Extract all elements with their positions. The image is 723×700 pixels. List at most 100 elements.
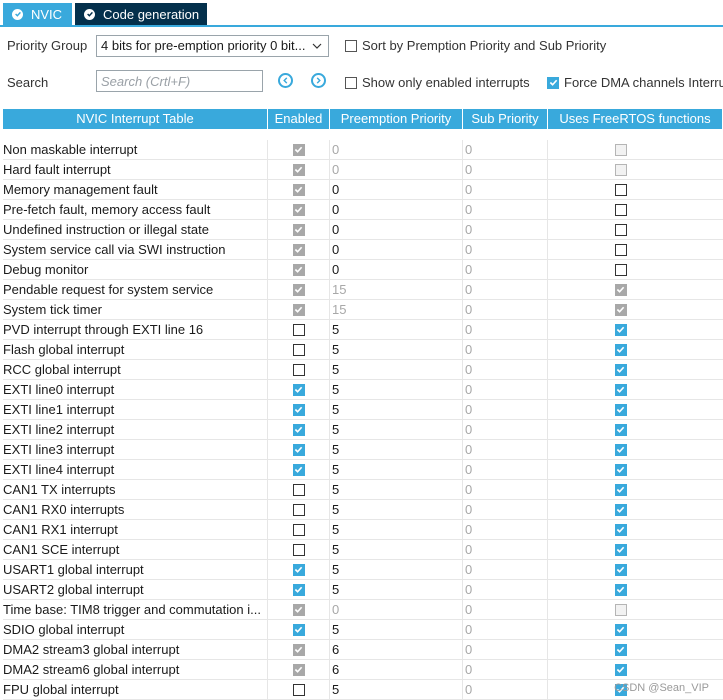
freertos-checkbox[interactable] bbox=[614, 543, 627, 556]
table-row[interactable]: Pendable request for system service 15 0 bbox=[3, 280, 723, 300]
freertos-checkbox[interactable] bbox=[614, 263, 627, 276]
table-row[interactable]: DMA2 stream6 global interrupt 6 0 bbox=[3, 660, 723, 680]
table-row[interactable]: EXTI line1 interrupt 5 0 bbox=[3, 400, 723, 420]
freertos-checkbox[interactable] bbox=[614, 443, 627, 456]
freertos-checkbox[interactable] bbox=[614, 563, 627, 576]
table-row[interactable]: Pre-fetch fault, memory access fault 0 0 bbox=[3, 200, 723, 220]
table-row[interactable]: Time base: TIM8 trigger and commutation … bbox=[3, 600, 723, 620]
freertos-checkbox[interactable] bbox=[614, 583, 627, 596]
search-input[interactable] bbox=[96, 70, 263, 92]
preemption-priority-cell[interactable]: 0 bbox=[330, 220, 463, 239]
freertos-checkbox[interactable] bbox=[614, 483, 627, 496]
enabled-checkbox[interactable] bbox=[292, 403, 305, 416]
table-row[interactable]: SDIO global interrupt 5 0 bbox=[3, 620, 723, 640]
preemption-priority-cell[interactable]: 5 bbox=[330, 520, 463, 539]
enabled-checkbox[interactable] bbox=[292, 323, 305, 336]
table-row[interactable]: EXTI line3 interrupt 5 0 bbox=[3, 440, 723, 460]
search-next-button[interactable] bbox=[311, 73, 326, 88]
freertos-checkbox[interactable] bbox=[614, 383, 627, 396]
enabled-checkbox[interactable] bbox=[292, 623, 305, 636]
enabled-checkbox[interactable] bbox=[292, 463, 305, 476]
table-row[interactable]: USART1 global interrupt 5 0 bbox=[3, 560, 723, 580]
table-row[interactable]: System service call via SWI instruction 0… bbox=[3, 240, 723, 260]
preemption-priority-cell[interactable]: 5 bbox=[330, 540, 463, 559]
freertos-checkbox[interactable] bbox=[614, 643, 627, 656]
freertos-checkbox[interactable] bbox=[614, 463, 627, 476]
preemption-priority-cell[interactable]: 0 bbox=[330, 240, 463, 259]
freertos-checkbox[interactable] bbox=[614, 523, 627, 536]
enabled-checkbox[interactable] bbox=[292, 383, 305, 396]
freertos-checkbox[interactable] bbox=[614, 623, 627, 636]
preemption-priority-cell[interactable]: 5 bbox=[330, 480, 463, 499]
enabled-checkbox[interactable] bbox=[292, 523, 305, 536]
table-row[interactable]: USART2 global interrupt 5 0 bbox=[3, 580, 723, 600]
preemption-priority-cell[interactable]: 0 bbox=[330, 200, 463, 219]
freertos-checkbox[interactable] bbox=[614, 363, 627, 376]
table-row[interactable]: EXTI line4 interrupt 5 0 bbox=[3, 460, 723, 480]
enabled-checkbox[interactable] bbox=[292, 483, 305, 496]
freertos-checkbox[interactable] bbox=[614, 403, 627, 416]
freertos-checkbox[interactable] bbox=[614, 663, 627, 676]
freertos-checkbox[interactable] bbox=[614, 223, 627, 236]
preemption-priority-cell[interactable]: 6 bbox=[330, 640, 463, 659]
preemption-priority-cell[interactable]: 0 bbox=[330, 180, 463, 199]
table-row[interactable]: Memory management fault 0 0 bbox=[3, 180, 723, 200]
table-row[interactable]: RCC global interrupt 5 0 bbox=[3, 360, 723, 380]
preemption-priority-cell[interactable]: 0 bbox=[330, 260, 463, 279]
priority-group-select[interactable]: 4 bits for pre-emption priority 0 bit... bbox=[96, 35, 329, 57]
force-dma-checkbox[interactable] bbox=[547, 76, 559, 89]
sort-priority-option[interactable]: Sort by Premption Priority and Sub Prior… bbox=[345, 38, 606, 53]
preemption-priority-cell[interactable]: 5 bbox=[330, 560, 463, 579]
preemption-priority-cell[interactable]: 5 bbox=[330, 380, 463, 399]
preemption-priority-cell[interactable]: 5 bbox=[330, 400, 463, 419]
freertos-checkbox[interactable] bbox=[614, 183, 627, 196]
force-dma-option[interactable]: Force DMA channels Interru bbox=[547, 75, 723, 90]
search-previous-button[interactable] bbox=[278, 73, 293, 88]
freertos-checkbox[interactable] bbox=[614, 343, 627, 356]
table-row[interactable]: Undefined instruction or illegal state 0 0 bbox=[3, 220, 723, 240]
table-row[interactable]: Debug monitor 0 0 bbox=[3, 260, 723, 280]
table-row[interactable]: CAN1 RX1 interrupt 5 0 bbox=[3, 520, 723, 540]
column-header-freertos[interactable]: Uses FreeRTOS functions bbox=[548, 109, 723, 129]
column-header-preemption[interactable]: Preemption Priority bbox=[330, 109, 463, 129]
table-row[interactable]: DMA2 stream3 global interrupt 6 0 bbox=[3, 640, 723, 660]
table-row[interactable]: CAN1 SCE interrupt 5 0 bbox=[3, 540, 723, 560]
sort-priority-checkbox[interactable] bbox=[345, 39, 357, 52]
preemption-priority-cell[interactable]: 5 bbox=[330, 440, 463, 459]
preemption-priority-cell[interactable]: 6 bbox=[330, 660, 463, 679]
enabled-checkbox[interactable] bbox=[292, 543, 305, 556]
table-row[interactable]: CAN1 TX interrupts 5 0 bbox=[3, 480, 723, 500]
column-header-sub-priority[interactable]: Sub Priority bbox=[463, 109, 548, 129]
preemption-priority-cell[interactable]: 5 bbox=[330, 360, 463, 379]
preemption-priority-cell[interactable]: 5 bbox=[330, 580, 463, 599]
preemption-priority-cell[interactable]: 5 bbox=[330, 500, 463, 519]
table-row[interactable]: EXTI line0 interrupt 5 0 bbox=[3, 380, 723, 400]
freertos-checkbox[interactable] bbox=[614, 323, 627, 336]
table-row[interactable]: PVD interrupt through EXTI line 16 5 0 bbox=[3, 320, 723, 340]
preemption-priority-cell[interactable]: 5 bbox=[330, 460, 463, 479]
show-enabled-option[interactable]: Show only enabled interrupts bbox=[345, 75, 530, 90]
enabled-checkbox[interactable] bbox=[292, 563, 305, 576]
tab-nvic[interactable]: NVIC bbox=[3, 3, 72, 25]
enabled-checkbox[interactable] bbox=[292, 683, 305, 696]
column-header-enabled[interactable]: Enabled bbox=[268, 109, 330, 129]
enabled-checkbox[interactable] bbox=[292, 443, 305, 456]
enabled-checkbox[interactable] bbox=[292, 343, 305, 356]
freertos-checkbox[interactable] bbox=[614, 423, 627, 436]
table-row[interactable]: Hard fault interrupt 0 0 bbox=[3, 160, 723, 180]
enabled-checkbox[interactable] bbox=[292, 363, 305, 376]
table-row[interactable]: CAN1 RX0 interrupts 5 0 bbox=[3, 500, 723, 520]
table-row[interactable]: System tick timer 15 0 bbox=[3, 300, 723, 320]
table-row[interactable]: EXTI line2 interrupt 5 0 bbox=[3, 420, 723, 440]
column-header-interrupt[interactable]: NVIC Interrupt Table bbox=[3, 109, 268, 129]
preemption-priority-cell[interactable]: 5 bbox=[330, 340, 463, 359]
freertos-checkbox[interactable] bbox=[614, 503, 627, 516]
enabled-checkbox[interactable] bbox=[292, 583, 305, 596]
show-enabled-checkbox[interactable] bbox=[345, 76, 357, 89]
preemption-priority-cell[interactable]: 5 bbox=[330, 680, 463, 699]
preemption-priority-cell[interactable]: 5 bbox=[330, 320, 463, 339]
freertos-checkbox[interactable] bbox=[614, 203, 627, 216]
table-row[interactable]: Non maskable interrupt 0 0 bbox=[3, 140, 723, 160]
tab-code-generation[interactable]: Code generation bbox=[75, 3, 207, 25]
table-row[interactable]: Flash global interrupt 5 0 bbox=[3, 340, 723, 360]
